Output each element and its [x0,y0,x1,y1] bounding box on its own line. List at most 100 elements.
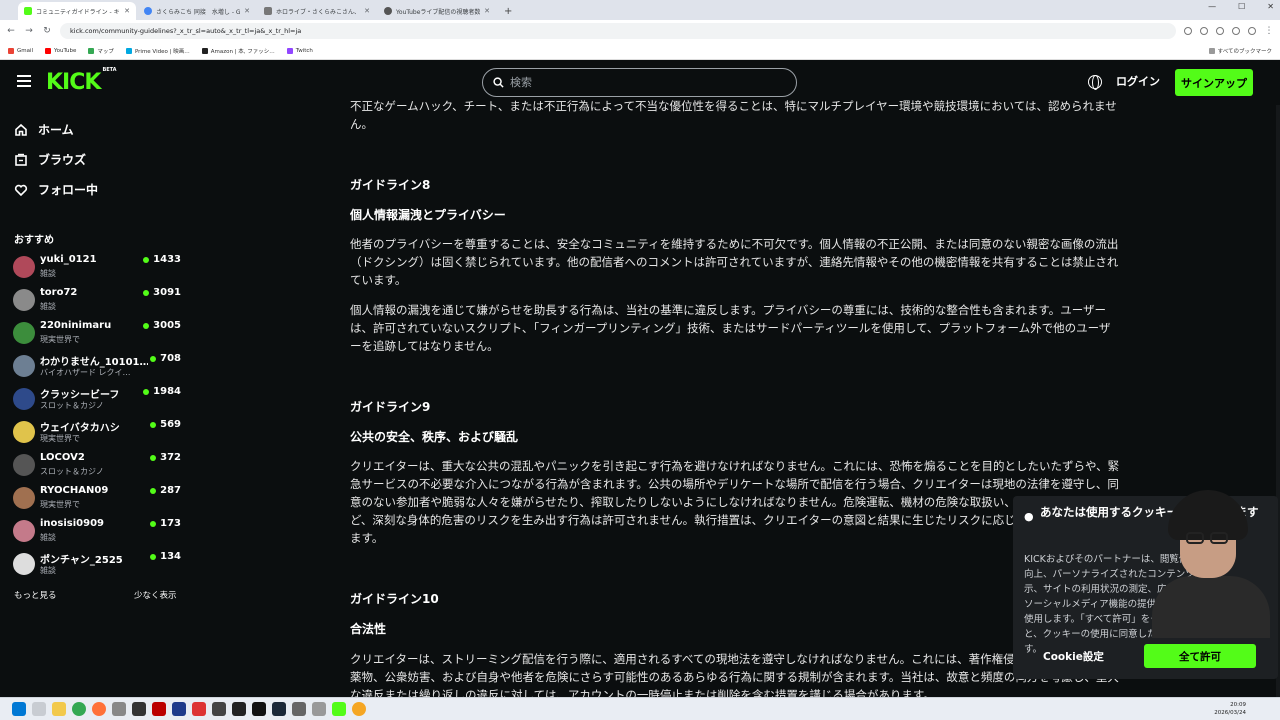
live-dot-icon [150,355,157,362]
channel-category: 現実世界で [40,335,80,344]
channel-category: 現実世界で [40,500,80,509]
browser-tab-3[interactable]: ホロライブ・さくらみこさん、配信の疑 ✕ [258,2,376,20]
extension-icon[interactable] [1232,27,1240,35]
bookmark-maps[interactable]: マップ [88,47,114,55]
viewer-count: 173 [150,518,181,529]
url-text: kick.com/community-guidelines?_x_tr_sl=a… [70,27,302,35]
forward-icon[interactable]: → [24,26,34,36]
recommended-section-title: おすすめ [14,235,54,246]
app-icon[interactable] [332,702,346,716]
channel-name: yuki_0121 [40,254,97,265]
app-icon[interactable] [112,702,126,716]
chrome-icon[interactable] [72,702,86,716]
browser-tab-4[interactable]: YouTubeライブ配信の視聴者数や ✕ [378,2,496,20]
app-icon[interactable] [212,702,226,716]
close-icon[interactable]: ✕ [124,7,130,15]
amazon-icon [201,47,208,54]
zoom-icon[interactable] [1200,27,1208,35]
live-dot-icon [143,322,150,329]
channel-category: 雑談 [40,269,56,278]
channel-item[interactable]: 220ninimaru 現実世界で 3005 [13,319,181,349]
avatar [13,289,35,311]
show-more-link[interactable]: もっと見る [14,589,57,601]
app-icon[interactable] [152,702,166,716]
minimize-icon[interactable]: — [1208,2,1216,11]
channel-item[interactable]: RYOCHAN09 現実世界で 287 [13,484,181,514]
channel-name: 220ninimaru [40,320,112,331]
channel-item[interactable]: ウェイバタカハシ 現実世界で 569 [13,418,181,448]
app-icon[interactable] [132,702,146,716]
channel-item[interactable]: yuki_0121 雑談 1433 [13,253,181,283]
firefox-icon[interactable] [92,702,106,716]
bookmark-amazon[interactable]: Amazon | 本, ファッシ… [201,47,275,55]
youtube-icon [45,47,52,54]
profile-icon[interactable] [1248,27,1256,35]
kick-logo[interactable]: KICKBETA [46,67,117,95]
sidebar-item-browse[interactable]: ブラウズ [14,151,86,168]
close-window-icon[interactable]: ✕ [1267,2,1274,11]
live-dot-icon [143,256,150,263]
bookmark-gmail[interactable]: Gmail [8,47,33,54]
login-button[interactable]: ログイン [1116,73,1160,89]
windows-start-icon[interactable] [12,702,26,716]
search-box[interactable] [482,68,797,97]
channel-item[interactable]: toro72 雑談 3091 [13,286,181,316]
search-input[interactable] [510,76,770,89]
all-bookmarks[interactable]: すべてのブックマーク [1208,47,1272,55]
new-tab-button[interactable]: + [498,2,518,20]
channel-item[interactable]: LOCOV2 スロット＆カジノ 372 [13,451,181,481]
close-icon[interactable]: ✕ [364,7,370,15]
logo-text: KICK [46,70,101,95]
webcam-overlay [1140,488,1280,638]
live-dot-icon [143,289,150,296]
app-icon[interactable] [252,702,266,716]
close-icon[interactable]: ✕ [484,7,490,15]
browser-tab-2[interactable]: さくらみこち 同接 水増し - Google ✕ [138,2,256,20]
guideline-9-title: ガイドライン9 [350,400,431,414]
channel-item[interactable]: ポンチャン_2525 雑談 134 [13,550,181,580]
glasses-icon [1186,532,1204,544]
channel-name: toro72 [40,287,78,298]
home-icon [15,123,27,136]
show-less-link[interactable]: 少なく表示 [134,589,177,601]
app-icon[interactable] [192,702,206,716]
maximize-icon[interactable]: ☐ [1238,2,1245,11]
menu-icon[interactable]: ⋮ [1264,26,1274,36]
close-icon[interactable]: ✕ [244,7,250,15]
app-icon[interactable] [292,702,306,716]
file-explorer-icon[interactable] [52,702,66,716]
sidebar-item-following[interactable]: フォロー中 [14,181,98,198]
cookie-settings-button[interactable]: Cookie設定 [1043,649,1104,664]
channel-item[interactable]: inosisi0909 雑談 173 [13,517,181,547]
viewer-count: 287 [150,485,181,496]
guideline-9-subtitle: 公共の安全、秩序、および騒乱 [350,430,519,444]
signup-button[interactable]: サインアップ [1175,69,1253,96]
sidebar-item-home[interactable]: ホーム [14,121,74,138]
avatar [13,553,35,575]
reload-icon[interactable]: ↻ [42,26,52,36]
app-icon[interactable] [232,702,246,716]
channel-item[interactable]: クラッシービーフ スロット＆カジノ 1984 [13,385,181,415]
bookmark-youtube[interactable]: YouTube [45,47,76,54]
viewer-count-value: 1433 [153,254,181,265]
bookmark-twitch[interactable]: Twitch [286,47,313,54]
app-icon[interactable] [352,702,366,716]
language-globe-icon[interactable] [1088,75,1102,90]
bookmark-label: Prime Video | 映画… [134,48,190,55]
bookmark-label: マップ [97,48,114,55]
guideline-10-title: ガイドライン10 [350,592,439,606]
app-icon[interactable] [172,702,186,716]
accept-all-button[interactable]: 全て許可 [1144,644,1256,668]
channel-item[interactable]: わかりません_10101… バイオハザード レクイ… 708 [13,352,181,382]
taskbar-clock[interactable]: 20:09 2026/03/24 [1214,701,1246,717]
steam-icon[interactable] [272,702,286,716]
app-icon[interactable] [312,702,326,716]
url-field[interactable]: kick.com/community-guidelines?_x_tr_sl=a… [60,23,1176,39]
bookmark-prime-video[interactable]: Prime Video | 映画… [125,47,190,55]
hamburger-menu-icon[interactable] [17,75,31,87]
translate-icon[interactable] [1184,27,1192,35]
search-icon[interactable] [32,702,46,716]
back-icon[interactable]: ← [6,26,16,36]
star-icon[interactable] [1216,27,1224,35]
browser-tab-1[interactable]: コミュニティガイドライン - キックストリ ✕ [18,2,136,20]
